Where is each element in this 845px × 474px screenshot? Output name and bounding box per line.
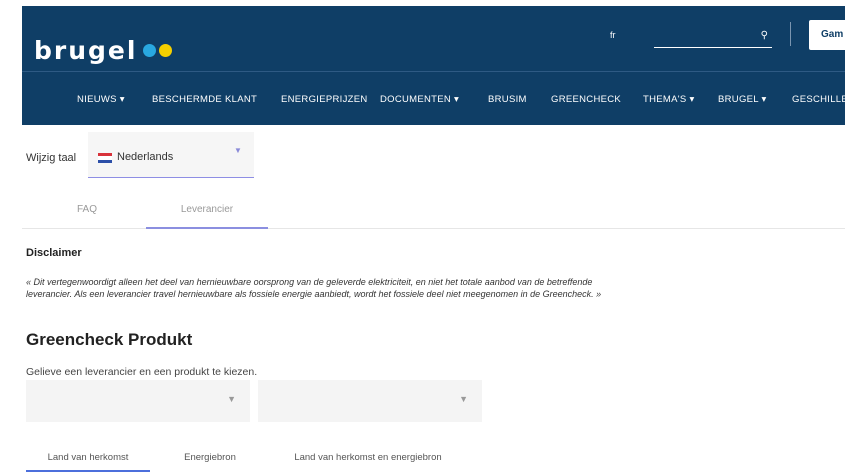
language-label: Wijzig taal: [26, 152, 77, 164]
nav-item-geschillen[interactable]: GESCHILLEN: [792, 94, 845, 105]
greencheck-tabs: Land van herkomst Energiebron Land van h…: [26, 444, 845, 474]
brugel-logo[interactable]: brugel: [34, 36, 173, 65]
greencheck-title: Greencheck Produkt: [26, 330, 193, 349]
nav-item-energieprijzen[interactable]: ENERGIEPRIJZEN: [281, 94, 368, 105]
greencheck-instruction: Gelieve een leverancier en een produkt t…: [26, 366, 258, 378]
chevron-down-icon: ▼: [459, 394, 468, 404]
nav-item-documenten[interactable]: DOCUMENTEN ▾: [380, 94, 459, 105]
language-selector-row: Wijzig taal Nederlands ▼: [22, 132, 262, 178]
nav-item-nieuws[interactable]: NIEUWS ▾: [77, 94, 125, 105]
product-select[interactable]: ▼: [258, 380, 482, 422]
disclaimer-title: Disclaimer: [26, 247, 82, 259]
section-tabs: FAQ Leverancier: [22, 196, 845, 229]
nav-item-greencheck[interactable]: GREENCHECK: [551, 94, 621, 105]
nav-item-brusim[interactable]: BRUSIM: [488, 94, 527, 105]
tab-land-en-energiebron[interactable]: Land van herkomst en energiebron: [278, 444, 458, 472]
tab-energiebron[interactable]: Energiebron: [168, 444, 252, 472]
chevron-down-icon: ▼: [227, 394, 236, 404]
logo-dot-yellow: [159, 44, 173, 57]
nav-item-themas[interactable]: THEMA'S ▾: [643, 94, 695, 105]
search-icon[interactable]: ⚲: [761, 30, 768, 41]
supplier-select[interactable]: ▼: [26, 380, 250, 422]
site-header: brugel fr ⚲ Gam NIEUWS ▾ BESCHERMDE KLAN…: [22, 6, 845, 125]
nav-item-beschermde-klant[interactable]: BESCHERMDE KLANT: [152, 94, 257, 105]
logo-text: brugel: [34, 36, 138, 65]
header-divider: [790, 22, 791, 46]
language-switch-fr[interactable]: fr: [610, 30, 616, 40]
login-button[interactable]: Gam: [809, 20, 845, 50]
chevron-down-icon: ▼: [234, 146, 242, 155]
main-nav: NIEUWS ▾ BESCHERMDE KLANT ENERGIEPRIJZEN…: [22, 94, 845, 114]
tab-faq[interactable]: FAQ: [62, 196, 112, 229]
nav-item-brugel[interactable]: BRUGEL ▾: [718, 94, 767, 105]
netherlands-flag-icon: [98, 153, 112, 163]
language-dropdown[interactable]: Nederlands ▼: [88, 132, 254, 178]
tab-land-van-herkomst[interactable]: Land van herkomst: [26, 444, 150, 472]
logo-dot-blue: [143, 44, 157, 57]
header-separator: [22, 71, 845, 72]
language-value: Nederlands: [117, 151, 174, 163]
disclaimer-text: « Dit vertegenwoordigt alleen het deel v…: [26, 277, 602, 299]
tab-leverancier[interactable]: Leverancier: [146, 196, 268, 229]
search-input[interactable]: ⚲: [654, 28, 772, 48]
